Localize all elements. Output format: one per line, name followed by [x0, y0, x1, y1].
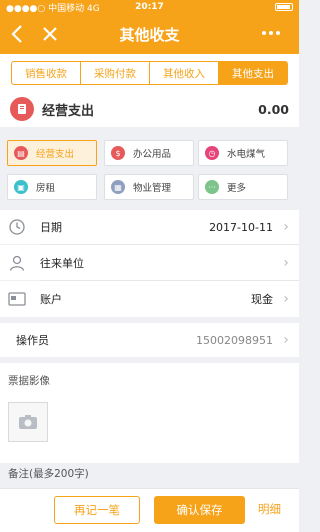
category-label: 更多	[227, 183, 247, 194]
category-label: 水电煤气	[227, 149, 266, 160]
category-more[interactable]: ··· 更多	[198, 174, 288, 200]
tab-sales-receipt[interactable]: 销售收款	[12, 62, 81, 84]
header: ●●●●○ 中国移动 4G 20:17 其他收支	[0, 0, 299, 54]
carrier-name: 中国移动	[48, 3, 85, 14]
operator-value: 15002098951	[196, 333, 273, 347]
status-bar: ●●●●○ 中国移动 4G 20:17	[0, 0, 299, 14]
photos-label: 票据影像	[8, 375, 50, 387]
bag-icon: $	[111, 146, 125, 160]
carrier-info: ●●●●○ 中国移动 4G	[6, 1, 102, 14]
more-icon: ···	[205, 180, 219, 194]
category-label: 经营支出	[36, 149, 75, 160]
category-label: 办公用品	[133, 149, 172, 160]
chevron-right-icon: ›	[283, 219, 289, 235]
status-time: 20:17	[135, 2, 164, 12]
card-icon	[0, 292, 34, 306]
chevron-right-icon: ›	[283, 291, 289, 307]
entry-summary: 经营支出 0.00	[0, 91, 299, 127]
battery-icon	[197, 3, 294, 11]
car-icon: ▣	[14, 180, 28, 194]
cart-icon: ▦	[111, 180, 125, 194]
entry-amount[interactable]: 0.00	[258, 102, 289, 117]
camera-icon	[19, 415, 37, 429]
category-office-supplies[interactable]: $ 办公用品	[104, 140, 194, 166]
expense-icon	[10, 97, 34, 121]
date-value: 2017-10-11	[209, 220, 273, 234]
more-dots-icon[interactable]	[251, 23, 291, 43]
account-row[interactable]: 账户 现金 ›	[0, 281, 299, 317]
category-label: 房租	[36, 183, 56, 194]
partner-label: 往来单位	[40, 256, 84, 270]
chevron-right-icon: ›	[283, 254, 289, 271]
confirm-save-button[interactable]: 确认保存	[154, 496, 245, 524]
add-photo-button[interactable]	[8, 402, 48, 442]
battery-level	[277, 5, 290, 9]
signal-icon: ●●●●○	[6, 3, 49, 14]
account-value: 现金	[251, 293, 273, 306]
clock-icon	[0, 218, 34, 236]
category-rent[interactable]: ▣ 房租	[7, 174, 97, 200]
tab-other-income[interactable]: 其他收入	[150, 62, 219, 84]
expense-icon: ▤	[14, 146, 28, 160]
partner-row[interactable]: 往来单位 ›	[0, 245, 299, 280]
tab-bar: 销售收款 采购付款 其他收入 其他支出	[0, 54, 299, 91]
operator-row[interactable]: 操作员 15002098951 ›	[0, 323, 299, 357]
record-another-button[interactable]: 再记一笔	[54, 496, 140, 524]
detail-link[interactable]: 明细	[258, 501, 281, 517]
remark-label[interactable]: 备注(最多200字)	[8, 466, 89, 481]
segment-tabs: 销售收款 采购付款 其他收入 其他支出	[11, 61, 288, 85]
date-label: 日期	[40, 221, 62, 234]
network-type: 4G	[87, 3, 100, 14]
person-icon	[0, 254, 34, 272]
clock-icon: ◷	[205, 146, 219, 160]
category-property-management[interactable]: ▦ 物业管理	[104, 174, 194, 200]
entry-type-label: 经营支出	[42, 103, 95, 119]
category-grid: ▤ 经营支出 $ 办公用品 ◷ 水电煤气 ▣ 房租 ▦ 物业管理 ··· 更多	[0, 127, 299, 205]
tab-purchase-payment[interactable]: 采购付款	[81, 62, 150, 84]
account-label: 账户	[40, 293, 62, 306]
category-business-expense[interactable]: ▤ 经营支出	[7, 140, 97, 166]
navbar: 其他收支	[0, 14, 299, 54]
date-row[interactable]: 日期 2017-10-11 ›	[0, 210, 299, 244]
category-utilities[interactable]: ◷ 水电煤气	[198, 140, 288, 166]
operator-label: 操作员	[16, 334, 49, 347]
category-label: 物业管理	[133, 183, 172, 194]
chevron-right-icon: ›	[283, 332, 289, 348]
tab-other-expense[interactable]: 其他支出	[219, 62, 287, 84]
bottom-bar: 再记一笔 确认保存 明细	[0, 488, 299, 532]
